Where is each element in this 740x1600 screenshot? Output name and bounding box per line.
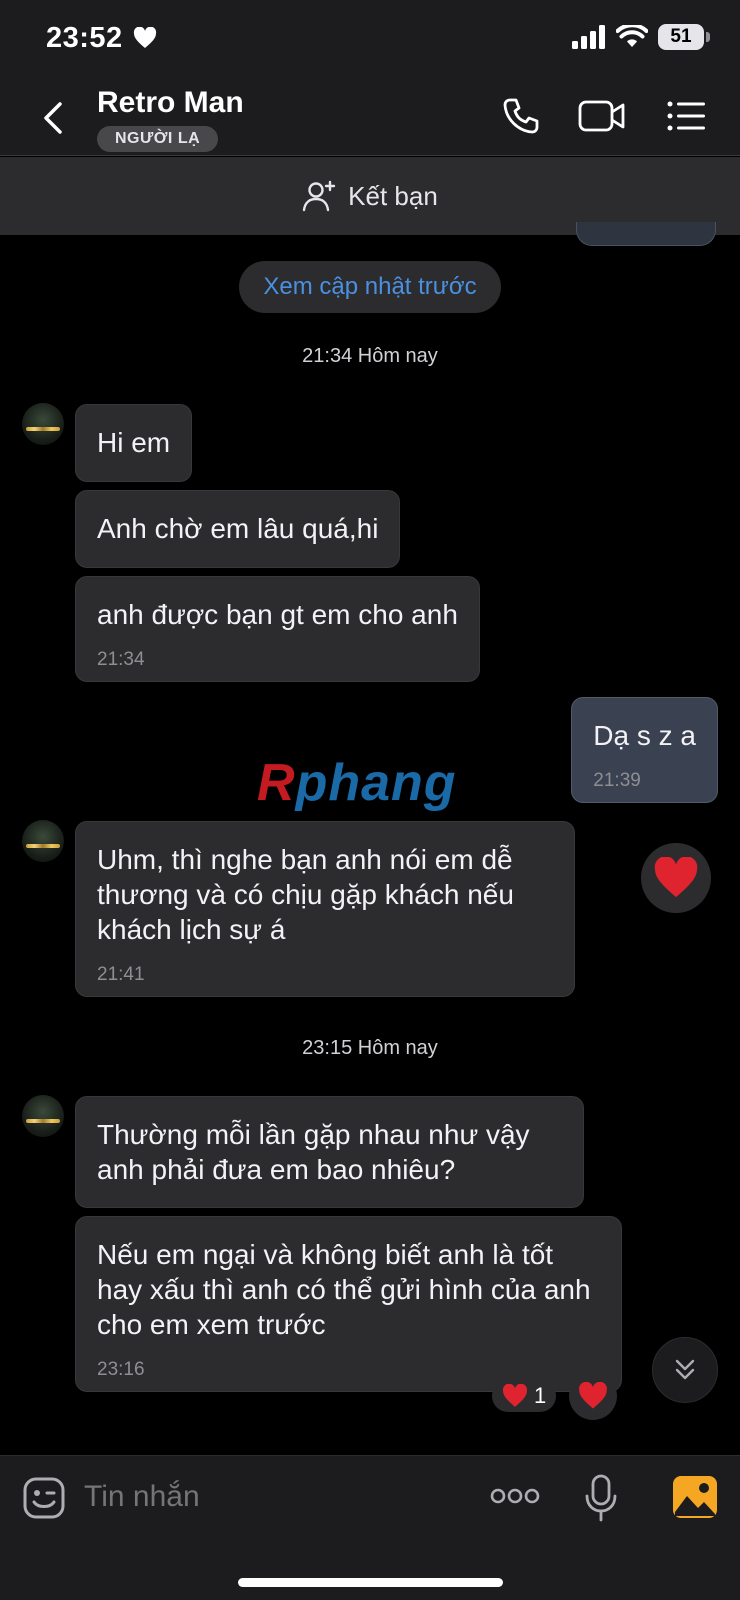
scroll-to-bottom-button[interactable] xyxy=(652,1337,718,1403)
message-time: 21:41 xyxy=(97,964,145,985)
message-text: anh được bạn gt em cho anh xyxy=(97,599,458,630)
battery-indicator: 51 xyxy=(658,24,710,50)
watermark-part1: R xyxy=(257,754,296,812)
message-text: Hi em xyxy=(97,427,171,458)
message-bubble[interactable]: Nếu em ngại và không biết anh là tốt hay… xyxy=(75,1216,622,1392)
react-button[interactable] xyxy=(641,843,711,913)
heart-icon xyxy=(133,27,157,48)
message-time: 21:34 xyxy=(97,649,145,670)
react-button[interactable] xyxy=(569,1372,617,1420)
avatar[interactable] xyxy=(22,820,64,862)
mic-icon[interactable] xyxy=(584,1474,618,1522)
battery-level: 51 xyxy=(670,26,692,47)
video-icon xyxy=(578,100,625,132)
time-separator: 21:34 Hôm nay xyxy=(302,345,438,367)
video-call-button[interactable] xyxy=(578,94,626,138)
chevrons-down-icon xyxy=(675,1359,695,1380)
status-bar: 23:52 51 xyxy=(0,0,740,80)
watermark-part2: phang xyxy=(295,754,457,812)
load-earlier-button[interactable]: Xem cập nhật trước xyxy=(239,261,501,313)
reaction-summary[interactable]: 1 xyxy=(492,1380,557,1412)
chat-header: Retro Man NGƯỜI LẠ xyxy=(0,80,740,156)
call-button[interactable] xyxy=(497,94,545,138)
signal-icon xyxy=(572,25,605,49)
menu-button[interactable] xyxy=(662,94,710,138)
message-bubble[interactable]: Hi em xyxy=(75,404,193,482)
add-friend-label: Kết bạn xyxy=(348,180,438,211)
message-bubble[interactable]: Anh chờ em lâu quá,hi xyxy=(75,490,401,568)
message-text: Nếu em ngại và không biết anh là tốt hay… xyxy=(97,1239,591,1340)
heart-icon xyxy=(502,1384,528,1407)
stranger-badge: NGƯỜI LẠ xyxy=(97,126,219,152)
more-icon[interactable] xyxy=(490,1486,540,1506)
message-bubble-sent[interactable]: Dạ s z a 21:39 xyxy=(571,697,718,803)
status-icons: 51 xyxy=(572,24,710,50)
contact-name[interactable]: Retro Man xyxy=(97,86,244,120)
message-input[interactable] xyxy=(84,1474,464,1520)
message-list[interactable]: Xem cập nhật trước 21:34 Hôm nay Hi em A… xyxy=(0,235,740,1455)
avatar[interactable] xyxy=(22,403,64,445)
wifi-icon xyxy=(616,25,648,47)
message-time: 21:39 xyxy=(593,770,641,791)
message-bubble[interactable]: anh được bạn gt em cho anh 21:34 xyxy=(75,576,480,682)
home-indicator[interactable] xyxy=(238,1578,503,1587)
add-friend-icon xyxy=(302,180,336,212)
status-time: 23:52 xyxy=(46,22,123,54)
heart-icon xyxy=(579,1382,607,1409)
back-icon[interactable] xyxy=(36,98,72,138)
heart-icon xyxy=(654,857,698,898)
message-text: Dạ s z a xyxy=(593,720,696,751)
message-bubble[interactable]: Uhm, thì nghe bạn anh nói em dễ thương v… xyxy=(75,821,575,997)
menu-icon xyxy=(667,101,705,131)
message-text: Thường mỗi lần gặp nhau như vậy anh phải… xyxy=(97,1119,530,1185)
watermark-logo: Rphang xyxy=(257,753,457,813)
message-text: Anh chờ em lâu quá,hi xyxy=(97,513,379,544)
phone-icon xyxy=(503,98,539,134)
sticker-icon[interactable] xyxy=(22,1476,66,1520)
message-bubble[interactable]: Thường mỗi lần gặp nhau như vậy anh phải… xyxy=(75,1096,584,1208)
reaction-count: 1 xyxy=(534,1383,547,1408)
avatar[interactable] xyxy=(22,1095,64,1137)
time-separator: 23:15 Hôm nay xyxy=(302,1037,438,1059)
message-text: Uhm, thì nghe bạn anh nói em dễ thương v… xyxy=(97,844,514,945)
photo-icon[interactable] xyxy=(672,1474,718,1520)
